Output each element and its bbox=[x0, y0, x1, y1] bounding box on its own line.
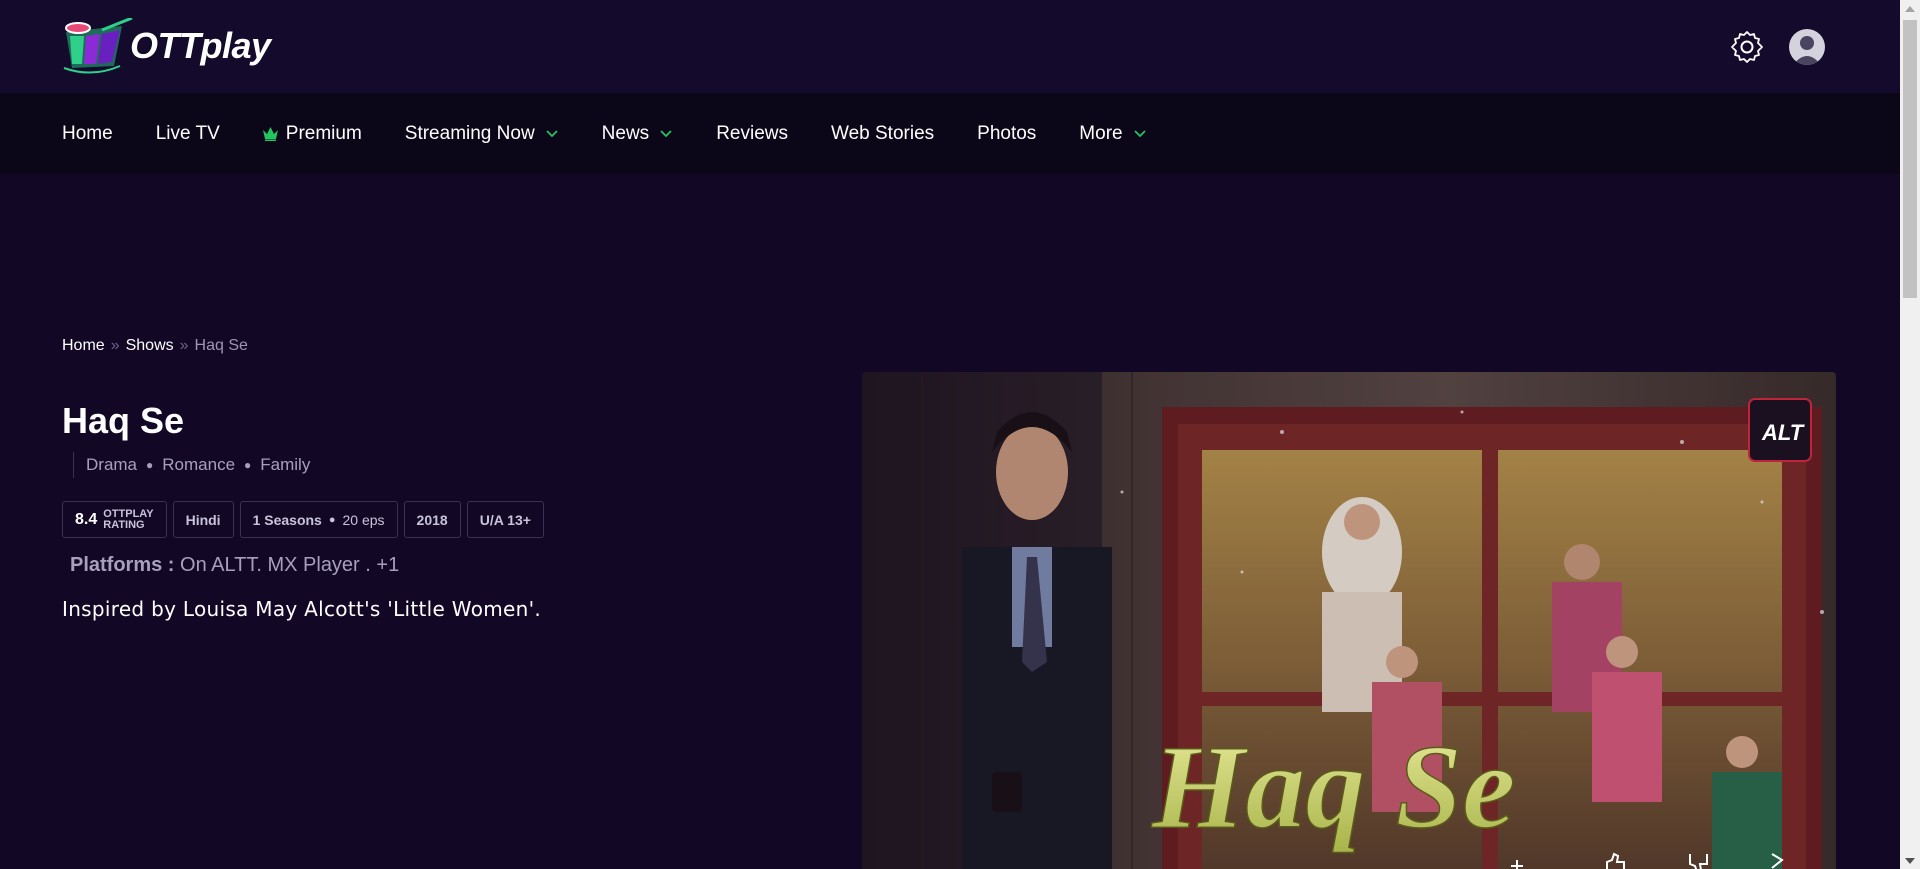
breadcrumb-home[interactable]: Home bbox=[62, 337, 105, 355]
language-value: Hindi bbox=[185, 511, 221, 528]
certificate-chip: U/A 13+ bbox=[466, 501, 544, 538]
nav-premium-label: Premium bbox=[285, 122, 362, 144]
user-icon bbox=[1793, 36, 1821, 65]
rating-chip: 8.4 OTTPLAY RATING bbox=[62, 501, 167, 538]
breadcrumb-shows[interactable]: Shows bbox=[126, 337, 174, 355]
nav-home[interactable]: Home bbox=[62, 123, 113, 145]
breadcrumb: Home » Shows » Haq Se bbox=[62, 337, 248, 355]
rating-label-line-1: OTTPLAY bbox=[103, 507, 154, 520]
breadcrumb-separator: » bbox=[110, 337, 120, 354]
nav-more[interactable]: More bbox=[1079, 123, 1146, 145]
ad-placeholder bbox=[0, 174, 1900, 324]
genre-tag[interactable]: Romance bbox=[162, 455, 235, 475]
rating-label-line-2: RATING bbox=[103, 518, 145, 531]
genre-tag[interactable]: Family bbox=[260, 455, 310, 475]
settings-gear-icon[interactable] bbox=[1730, 30, 1764, 64]
nav-news-label: News bbox=[601, 122, 650, 144]
certificate-value: U/A 13+ bbox=[479, 511, 531, 528]
nav-photos[interactable]: Photos bbox=[977, 123, 1036, 145]
poster-image: Haq Se ALT bbox=[862, 372, 1836, 869]
language-chip: Hindi bbox=[172, 501, 234, 538]
nav-live-tv[interactable]: Live TV bbox=[156, 123, 220, 145]
genre-tag[interactable]: Drama bbox=[86, 455, 137, 475]
chevron-down-icon bbox=[1133, 129, 1146, 137]
nav-streaming-now-label: Streaming Now bbox=[404, 122, 535, 144]
platforms: Platforms : On ALTT. MX Player . +1 bbox=[70, 554, 399, 577]
platforms-value[interactable]: On ALTT. MX Player . +1 bbox=[180, 554, 399, 576]
breadcrumb-separator: » bbox=[179, 337, 189, 354]
scroll-up-arrow-icon bbox=[1905, 5, 1915, 12]
seasons-separator-dot: ● bbox=[328, 513, 336, 526]
rating-label: OTTPLAY RATING bbox=[103, 507, 154, 531]
platforms-label: Platforms : bbox=[70, 554, 175, 576]
scroll-up-button[interactable] bbox=[1900, 0, 1920, 17]
chevron-down-icon bbox=[660, 129, 672, 137]
top-header: OTTplay bbox=[0, 0, 1900, 93]
nav-photos-label: Photos bbox=[977, 122, 1037, 144]
logo-text: OTTplay bbox=[130, 25, 271, 66]
breadcrumb-current: Haq Se bbox=[194, 337, 248, 354]
ottplay-logo-icon bbox=[63, 18, 133, 74]
nav-reviews[interactable]: Reviews bbox=[716, 123, 788, 145]
year-value: 2018 bbox=[416, 511, 448, 528]
nav-more-label: More bbox=[1079, 122, 1123, 144]
genre-separator-dot: ● bbox=[146, 458, 154, 472]
show-description: Inspired by Louisa May Alcott's 'Little … bbox=[62, 597, 542, 621]
genre-list: Drama ● Romance ● Family bbox=[73, 452, 310, 478]
show-poster[interactable]: Haq Se ALT bbox=[862, 372, 1836, 869]
scroll-down-button[interactable] bbox=[1900, 852, 1920, 869]
scroll-down-arrow-icon bbox=[1905, 857, 1915, 864]
nav-streaming-now[interactable]: Streaming Now bbox=[405, 123, 559, 145]
rating-value: 8.4 bbox=[75, 510, 98, 528]
genre-separator-dot: ● bbox=[244, 458, 252, 472]
poster-title: Haq Se bbox=[1151, 720, 1515, 853]
scrollbar-thumb[interactable] bbox=[1903, 20, 1917, 298]
show-info-chips: 8.4 OTTPLAY RATING Hindi 1 Seasons ● 20 … bbox=[62, 501, 550, 538]
nav-live-tv-label: Live TV bbox=[155, 122, 220, 144]
nav-premium[interactable]: Premium bbox=[262, 122, 362, 145]
page-title: Haq Se bbox=[62, 400, 185, 441]
crown-icon bbox=[262, 126, 278, 141]
ottplay-logo[interactable]: OTTplay bbox=[62, 18, 271, 74]
nav-home-label: Home bbox=[62, 122, 113, 144]
episodes-value: 20 eps bbox=[342, 511, 385, 528]
nav-reviews-label: Reviews bbox=[716, 122, 788, 144]
poster-badge-text: ALT bbox=[1761, 420, 1805, 445]
chevron-down-icon bbox=[546, 129, 558, 137]
seasons-value: 1 Seasons bbox=[252, 511, 322, 528]
nav-news[interactable]: News bbox=[602, 123, 674, 145]
nav-web-stories[interactable]: Web Stories bbox=[831, 123, 934, 145]
seasons-chip: 1 Seasons ● 20 eps bbox=[239, 501, 398, 538]
main-navigation: Home Live TV Premium Streaming Now News … bbox=[0, 93, 1900, 174]
year-chip: 2018 bbox=[403, 501, 461, 538]
user-avatar[interactable] bbox=[1789, 29, 1825, 65]
nav-web-stories-label: Web Stories bbox=[831, 122, 935, 144]
